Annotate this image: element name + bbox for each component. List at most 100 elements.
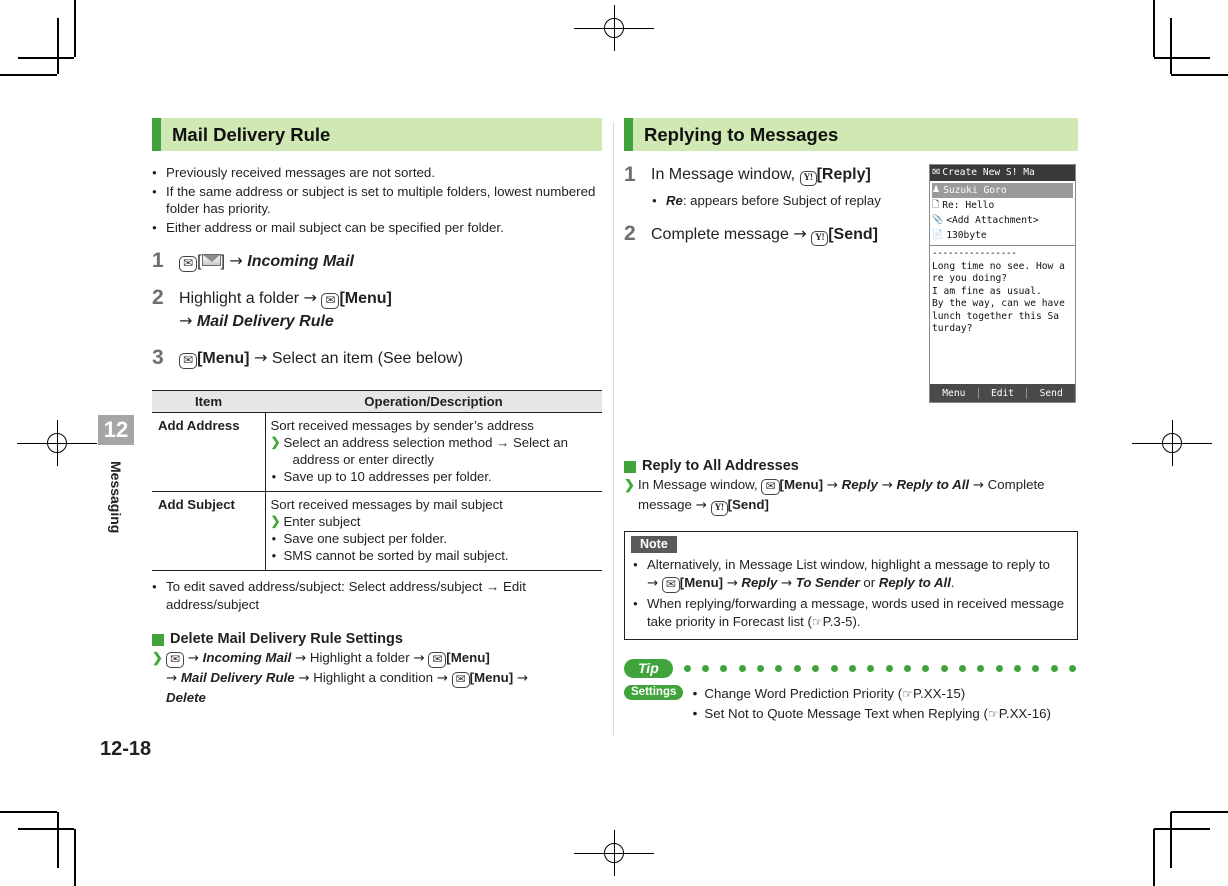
step-body: [] → Incoming Mail	[179, 250, 354, 273]
operation-line: Sort received messages by sender’s addre…	[270, 418, 534, 433]
step-number: 1	[624, 163, 636, 186]
softkey-menu[interactable]: Menu	[930, 387, 979, 399]
mail-key-icon	[451, 672, 470, 688]
yahoo-key-icon	[811, 231, 829, 246]
arrow-icon: →	[826, 478, 838, 493]
list-item: Alternatively, in Message List window, h…	[633, 556, 1069, 594]
arrow-icon: →	[179, 311, 193, 330]
note-box: Note Alternatively, in Message List wind…	[624, 531, 1078, 640]
note-text: Alternatively, in Message List window, h…	[647, 557, 1050, 572]
step-key-label: [Send]	[828, 226, 878, 243]
mail-key-icon	[179, 256, 198, 272]
step-body: Highlight a folder → [Menu] → Mail Deliv…	[179, 287, 392, 333]
page-number: 12-18	[100, 738, 152, 760]
step-1: 1 [] → Incoming Mail	[152, 250, 602, 273]
arrow-icon: →	[881, 478, 893, 493]
mail-key-icon	[321, 293, 340, 309]
softkey-send[interactable]: Send	[1027, 388, 1075, 399]
phone-screen-mockup: ✉ Create New S! Ma ♟ Suzuki Goro 🗋 Re: H…	[929, 164, 1076, 403]
crop-mark-bl-h	[18, 828, 74, 830]
procedure-target: Reply to All	[896, 477, 970, 492]
operation-table: Item Operation/Description Add Address S…	[152, 390, 602, 571]
operation-line-dot: Save up to 10 addresses per folder.	[271, 468, 598, 485]
step-text: Select an item (See below)	[271, 350, 464, 367]
phone-message-body: ---------------- Long time no see. How a…	[930, 246, 1075, 336]
phone-field-row: 📎 <Add Attachment>	[932, 213, 1073, 228]
subsection-procedure: In Message window, [Menu] → Reply → Repl…	[624, 476, 1078, 517]
step-3: 3 [Menu] → Select an item (See below)	[152, 347, 602, 370]
subsection-header-delete-rule: Delete Mail Delivery Rule Settings	[152, 631, 602, 647]
crop-mark-tr-v	[1170, 18, 1172, 74]
arrow-icon: →	[647, 576, 659, 591]
note-target: To Sender	[795, 575, 860, 590]
softkey-edit[interactable]: Edit	[979, 387, 1028, 399]
subsection-title: Reply to All Addresses	[642, 458, 799, 474]
arrow-icon: →	[298, 671, 310, 686]
tip-end: )	[1046, 706, 1051, 721]
tip-row: Tip	[624, 659, 1078, 678]
procedure-target: Reply	[841, 477, 878, 492]
mail-new-icon: ✉	[932, 167, 941, 178]
list-item: When replying/forwarding a message, word…	[633, 595, 1069, 631]
step-key-label: [Menu]	[197, 350, 250, 367]
arrow-icon: →	[294, 651, 307, 666]
step-note-italic: Re	[666, 193, 683, 208]
phone-body-line: lunch together this Sa	[932, 310, 1060, 322]
mail-key-icon	[179, 353, 198, 369]
list-item: To edit saved address/subject: Select ad…	[152, 578, 602, 613]
crop-mark-tl2-h	[0, 74, 57, 76]
step-text: Highlight a folder	[179, 290, 300, 307]
crop-mark-tl2-v	[74, 0, 76, 57]
step-key-label: [Reply]	[816, 166, 871, 183]
crop-mark-tl-v	[57, 18, 59, 74]
note-end: ).	[852, 614, 861, 629]
note-bullet-list: Alternatively, in Message List window, h…	[625, 556, 1077, 631]
section-header-mail-delivery-rule: Mail Delivery Rule	[152, 118, 602, 151]
crop-mark-br2-v	[1153, 829, 1155, 886]
attachment-icon: 📎	[932, 215, 944, 225]
intro-bullet-list: Previously received messages are not sor…	[152, 164, 602, 236]
operation-text-cont: address or enter directly	[292, 452, 434, 467]
phone-body-line: re you doing?	[932, 273, 1008, 284]
mail-key-icon	[166, 652, 185, 668]
chapter-number: 12	[98, 415, 134, 445]
section-title: Mail Delivery Rule	[172, 123, 331, 145]
section-title: Replying to Messages	[644, 123, 839, 145]
step-target: Incoming Mail	[247, 253, 354, 270]
table-cell-item: Add Subject	[152, 491, 266, 571]
crop-mark-tr2-v	[1153, 0, 1155, 57]
tip-dot-divider	[673, 665, 1078, 672]
phone-field-text: Suzuki Goro	[943, 185, 1007, 196]
subject-icon: 🗋	[932, 200, 940, 210]
crop-mark-tr2-h	[1171, 74, 1228, 76]
reference-hand-icon: ☞	[811, 615, 823, 629]
tip-end: )	[960, 686, 966, 701]
step-target: Mail Delivery Rule	[196, 313, 334, 330]
arrow-icon: →	[972, 478, 984, 493]
list-item: Either address or mail subject can be sp…	[152, 219, 602, 237]
crop-mark-tr-h	[1154, 57, 1210, 59]
note-tab-label: Note	[631, 536, 677, 553]
procedure-key-label: [Menu]	[446, 650, 490, 665]
registration-mark-left	[17, 420, 97, 466]
section-accent-bar	[152, 118, 161, 151]
arrow-icon: →	[793, 224, 807, 243]
phone-quote-divider: ----------------	[932, 248, 1017, 259]
reference-hand-icon: ☞	[902, 687, 913, 701]
operation-line-gt: Enter subject	[271, 513, 598, 530]
phone-field-text: 130byte	[946, 230, 987, 241]
operation-line: Sort received messages by mail subject	[270, 497, 503, 512]
procedure-text: Highlight a condition	[313, 670, 433, 685]
registration-mark-bottom	[574, 830, 654, 876]
tip-badge: Tip	[624, 659, 673, 678]
registration-mark-top	[574, 5, 654, 51]
arrow-icon: →	[726, 576, 738, 591]
arrow-icon: →	[413, 651, 425, 666]
table-cell-operation: Sort received messages by sender’s addre…	[265, 412, 602, 492]
note-reference: P.3-5	[822, 614, 853, 629]
yahoo-key-icon	[799, 171, 817, 186]
step-note-text: : appears before Subject of replay	[682, 193, 881, 208]
note-key-label: [Menu]	[679, 575, 724, 590]
note-end: .	[950, 575, 955, 590]
table-header-item: Item	[152, 390, 265, 413]
